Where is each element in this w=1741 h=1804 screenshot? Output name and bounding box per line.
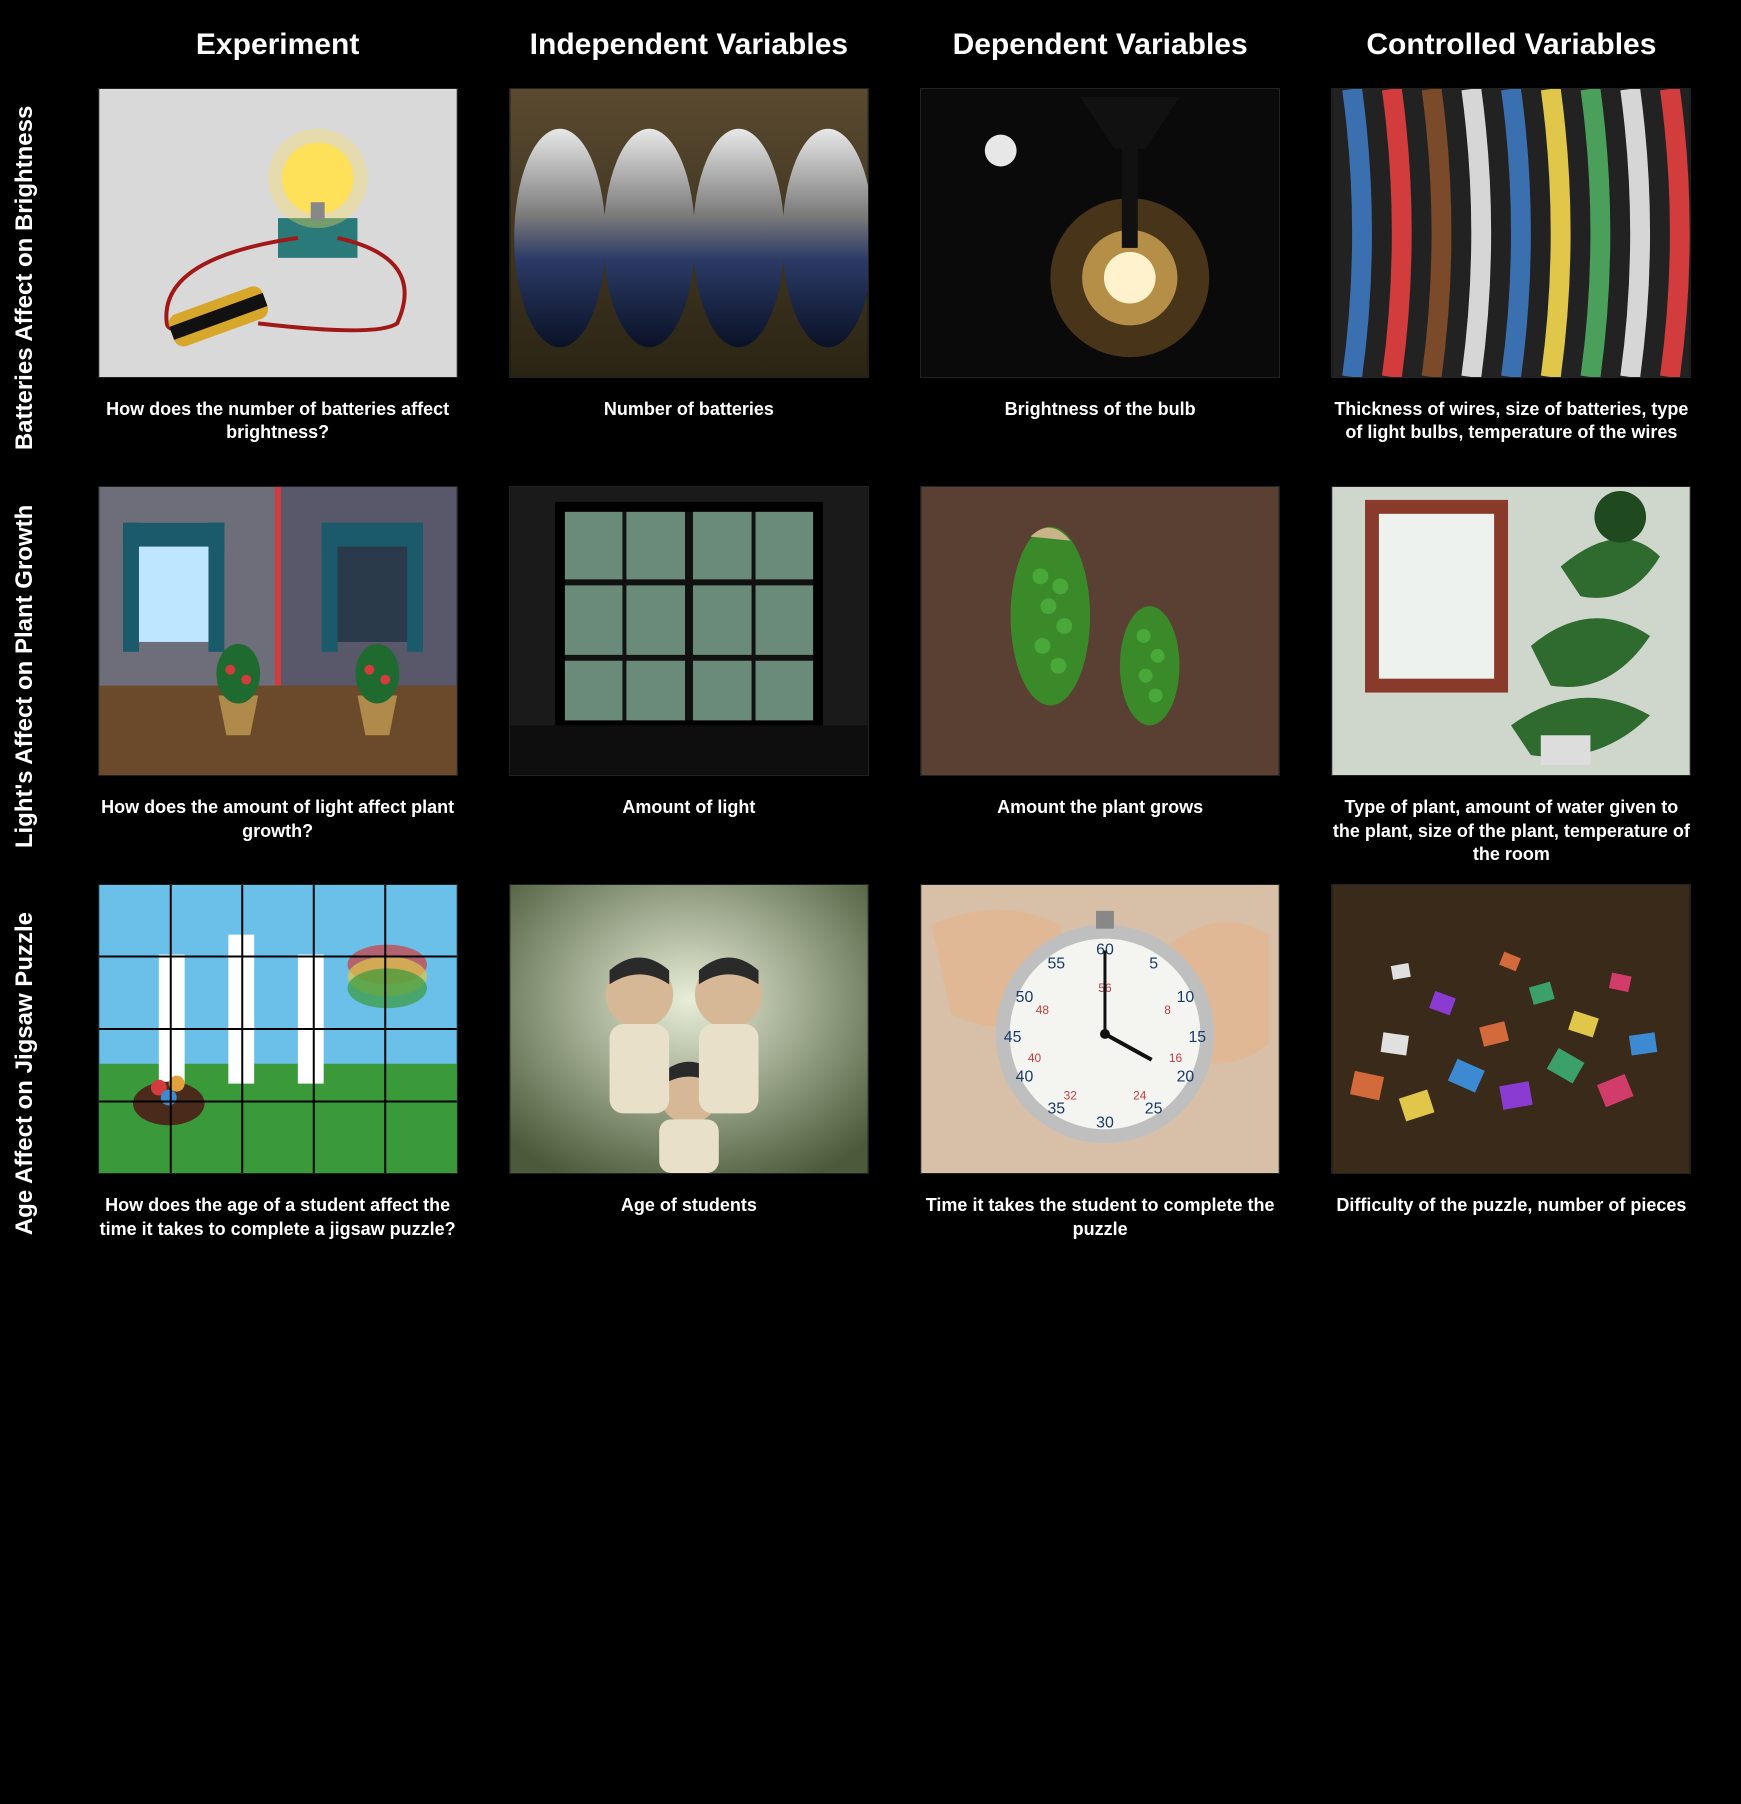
svg-text:8: 8: [1164, 1003, 1171, 1017]
caption: Time it takes the student to complete th…: [920, 1194, 1280, 1241]
caption: How does the amount of light affect plan…: [98, 796, 458, 843]
image-circuit: [98, 88, 458, 378]
caption: Age of students: [621, 1194, 757, 1217]
cell-plant-experiment: How does the amount of light affect plan…: [88, 486, 467, 866]
col-header-dependent: Dependent Variables: [911, 20, 1290, 70]
caption: Amount of light: [622, 796, 755, 819]
image-pieces: [1331, 884, 1691, 1174]
row-header-batteries: Batteries Affect on Brightness: [0, 88, 56, 468]
svg-text:50: 50: [1016, 990, 1034, 1007]
cell-batteries-controlled: Thickness of wires, size of batteries, t…: [1322, 88, 1701, 468]
svg-text:16: 16: [1169, 1051, 1183, 1065]
svg-text:45: 45: [1004, 1029, 1022, 1046]
caption: How does the age of a student affect the…: [98, 1194, 458, 1241]
image-window: [509, 486, 869, 776]
col-header-controlled: Controlled Variables: [1322, 20, 1701, 70]
svg-text:30: 30: [1096, 1115, 1114, 1132]
caption: Type of plant, amount of water given to …: [1331, 796, 1691, 866]
svg-text:40: 40: [1016, 1069, 1034, 1086]
variables-grid: Experiment Independent Variables Depende…: [0, 0, 1741, 1305]
svg-text:24: 24: [1133, 1089, 1147, 1103]
cell-plant-dependent: Amount the plant grows: [911, 486, 1290, 866]
corner-cell: [0, 20, 56, 70]
svg-text:5: 5: [1149, 956, 1158, 973]
image-children: [509, 884, 869, 1174]
image-bulb: [920, 88, 1280, 378]
image-plantrooms: [98, 486, 458, 776]
col-header-independent: Independent Variables: [499, 20, 878, 70]
cell-jigsaw-controlled: Difficulty of the puzzle, number of piec…: [1322, 884, 1701, 1264]
cell-plant-controlled: Type of plant, amount of water given to …: [1322, 486, 1701, 866]
cell-batteries-independent: Number of batteries: [499, 88, 878, 468]
svg-text:25: 25: [1145, 1101, 1163, 1118]
caption: Amount the plant grows: [997, 796, 1203, 819]
image-houseplants: [1331, 486, 1691, 776]
svg-text:35: 35: [1048, 1101, 1066, 1118]
caption: Difficulty of the puzzle, number of piec…: [1336, 1194, 1686, 1217]
cell-jigsaw-experiment: How does the age of a student affect the…: [88, 884, 467, 1264]
cell-jigsaw-independent: Age of students: [499, 884, 878, 1264]
cell-batteries-dependent: Brightness of the bulb: [911, 88, 1290, 468]
cell-plant-independent: Amount of light: [499, 486, 878, 866]
cell-batteries-experiment: How does the number of batteries affect …: [88, 88, 467, 468]
caption: How does the number of batteries affect …: [98, 398, 458, 445]
svg-text:32: 32: [1064, 1089, 1078, 1103]
image-puzzle: [98, 884, 458, 1174]
caption: Brightness of the bulb: [1005, 398, 1196, 421]
svg-text:10: 10: [1177, 990, 1195, 1007]
image-batteries: [509, 88, 869, 378]
svg-text:40: 40: [1028, 1051, 1042, 1065]
image-wires: [1331, 88, 1691, 378]
col-header-experiment: Experiment: [88, 20, 467, 70]
svg-text:48: 48: [1036, 1003, 1050, 1017]
svg-text:15: 15: [1189, 1029, 1207, 1046]
caption: Number of batteries: [604, 398, 774, 421]
image-plantgrow: [920, 486, 1280, 776]
svg-text:55: 55: [1048, 956, 1066, 973]
cell-jigsaw-dependent: 60510 152025 303540 455055 81624 324048 …: [911, 884, 1290, 1264]
caption: Thickness of wires, size of batteries, t…: [1331, 398, 1691, 445]
row-header-jigsaw: Age Affect on Jigsaw Puzzle: [0, 884, 56, 1264]
image-stopwatch: 60510 152025 303540 455055 81624 324048 …: [920, 884, 1280, 1174]
svg-text:20: 20: [1177, 1069, 1195, 1086]
row-header-plant: Light's Affect on Plant Growth: [0, 486, 56, 866]
